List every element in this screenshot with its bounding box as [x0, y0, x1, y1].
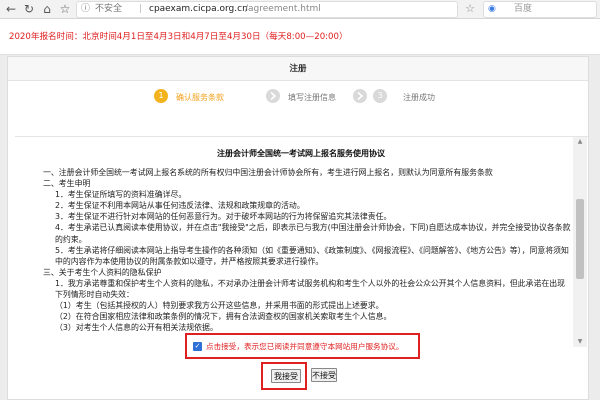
accept-highlight: 我接受: [261, 362, 307, 390]
agreement-paragraph: 1．考生保证所填写的资料准确详尽。: [55, 190, 187, 200]
registration-panel: 注册 1 确认服务条款 填写注册信息 3 注册成功 注册会计师全国统一考试网上报…: [7, 56, 589, 400]
step-arrow-icon: [353, 89, 367, 103]
registration-notice: 2020年报名时间：北京时间4月1日至4月3日和4月7日至4月30日（每天8:0…: [0, 19, 600, 55]
search-engine-icon: ◉: [488, 4, 496, 14]
accept-button[interactable]: 我接受: [271, 369, 301, 383]
agreement-paragraph: （2）在符合国家相应法律和政策条例的情况下，拥有合法调查权的国家机关索取考生个人…: [55, 312, 392, 322]
step-3-circle: 3: [373, 89, 387, 103]
agreement-paragraph: 5．考生承诺将仔细阅读本网站上指导考生操作的各种须知（如《重要通知》、《政策制度…: [55, 245, 569, 266]
agreement-text: 注册会计师全国统一考试网上报名服务使用协议 一、注册会计师全国统一考试网上报名系…: [31, 137, 571, 347]
agreement-box[interactable]: 注册会计师全国统一考试网上报名服务使用协议 一、注册会计师全国统一考试网上报名系…: [15, 136, 588, 347]
agreement-paragraph: （3）对考生个人信息的公开有相关法规依据。: [55, 323, 218, 333]
step-1-label: 确认服务条款: [176, 93, 224, 102]
agreement-paragraph: 1．我方承诺尊重和保护考生个人资料的隐私，不对承办注册会计师考试服务机构和考生个…: [55, 278, 566, 300]
step-1-circle: 1: [154, 89, 168, 103]
agreement-paragraph: 3．考生保证不进行针对本网站的任何恶意行为。对于破坏本网站的行为将保留追究其法律…: [55, 212, 392, 222]
panel-header: 注册: [8, 57, 588, 81]
browser-toolbar: ← ↻ ⌂ ☆ ⓘ 不安全 | cpaexam.cicpa.org.cn /ag…: [0, 0, 600, 19]
reload-icon[interactable]: ↻: [21, 1, 37, 17]
decline-button[interactable]: 不接受: [311, 368, 337, 382]
security-label: 不安全: [95, 4, 123, 14]
step-arrow-icon: [266, 89, 280, 103]
agreement-paragraph: 二、考生申明: [43, 179, 91, 189]
consent-row[interactable]: ✓ 点击接受，表示您已阅读并同意遵守本网站用户服务协议。: [185, 333, 420, 359]
home-icon[interactable]: ⌂: [39, 1, 55, 17]
agreement-paragraph: 三、关于考生个人资料的隐私保护: [43, 267, 162, 277]
address-bar[interactable]: ⓘ 不安全 | cpaexam.cicpa.org.cn /agreement.…: [76, 1, 458, 18]
agreement-title: 注册会计师全国统一考试网上报名服务使用协议: [217, 149, 385, 158]
consent-checkbox[interactable]: ✓: [193, 342, 202, 351]
step-2-label: 填写注册信息: [288, 93, 336, 102]
scroll-up-icon[interactable]: ▲: [573, 137, 587, 147]
scroll-down-icon[interactable]: ▼: [573, 337, 587, 347]
back-icon[interactable]: ←: [3, 1, 19, 17]
url-host: cpaexam.cicpa.org.cn: [149, 4, 248, 14]
info-icon[interactable]: ⓘ: [81, 2, 90, 17]
notice-text: 2020年报名时间：北京时间4月1日至4月3日和4月7日至4月30日（每天8:0…: [9, 32, 348, 42]
scrollbar-thumb[interactable]: [576, 199, 584, 279]
panel-title: 注册: [289, 64, 307, 74]
agreement-paragraph: 4．考生承诺已认真阅读本使用协议，并在点击"我接受"之后，即表示已与我方(中国注…: [55, 223, 571, 244]
bookmark-icon[interactable]: ☆: [463, 1, 477, 17]
step-3-label: 注册成功: [403, 93, 435, 102]
step-indicator: 1 确认服务条款 填写注册信息 3 注册成功: [8, 81, 588, 117]
agreement-paragraph: （1）考生（包括其授权的人）特别要求我方公开这些信息，并采用书面的形式提出上述要…: [55, 301, 384, 311]
search-box[interactable]: ◉ 百度: [483, 1, 597, 18]
agreement-paragraph: 2．考生保证不利用本网站从事任何违反法律、法规和政策规章的活动。: [55, 201, 305, 211]
search-engine-label: 百度: [514, 4, 533, 14]
url-path: /agreement.html: [245, 4, 321, 14]
consent-text: 点击接受，表示您已阅读并同意遵守本网站用户服务协议。: [206, 342, 404, 351]
agreement-paragraph: 一、注册会计师全国统一考试网上报名系统的所有权归中国注册会计师协会所有，考生进行…: [43, 168, 493, 177]
favorite-icon[interactable]: ☆: [57, 1, 73, 17]
